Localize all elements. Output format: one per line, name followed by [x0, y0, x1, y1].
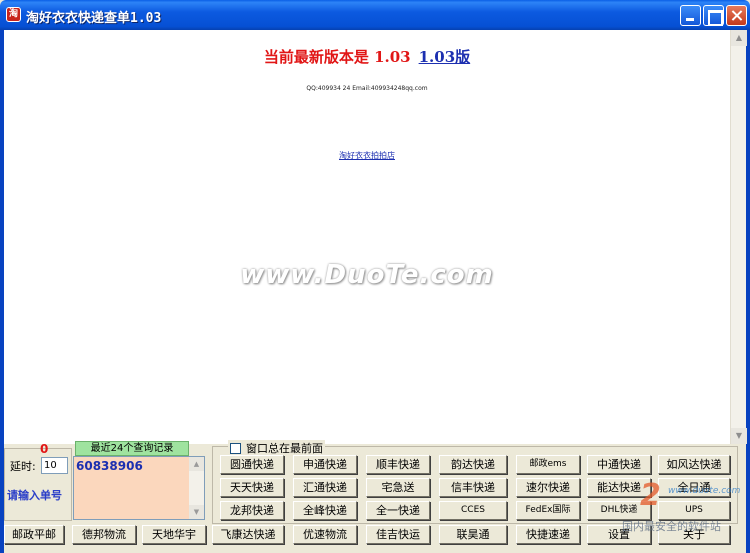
logo-url: www.duote.com [668, 486, 741, 496]
checkbox-icon[interactable] [230, 443, 241, 454]
courier-button[interactable]: 全一快递 [366, 501, 430, 520]
courier-button[interactable]: 申通快递 [293, 455, 357, 474]
courier-button[interactable]: 邮政平邮 [4, 525, 64, 544]
courier-button[interactable]: 快捷速递 [516, 525, 580, 544]
delay-input[interactable]: 10 [41, 457, 68, 474]
courier-button[interactable]: 汇通快递 [293, 478, 357, 497]
version-text: 当前最新版本是 1.03 [263, 48, 411, 66]
logo-digit: 2 [640, 478, 661, 513]
close-button[interactable] [726, 5, 747, 26]
scroll-up-arrow-icon[interactable]: ▲ [731, 30, 747, 46]
courier-button[interactable]: 全峰快递 [293, 501, 357, 520]
courier-button[interactable]: 飞康达快递 [212, 525, 284, 544]
always-on-top-checkbox[interactable]: 窗口总在最前面 [228, 440, 325, 456]
entry-scroll-down-icon[interactable]: ▼ [189, 505, 204, 519]
query-counter: 0 [40, 442, 49, 456]
courier-button[interactable]: 德邦物流 [72, 525, 136, 544]
courier-button[interactable]: 信丰快递 [439, 478, 507, 497]
watermark: www.DuoTe.com [240, 260, 494, 290]
courier-button[interactable]: CCES [439, 501, 507, 520]
courier-button[interactable]: 佳吉快运 [366, 525, 430, 544]
app-icon: 淘 [6, 7, 21, 22]
courier-button[interactable]: 联昊通 [439, 525, 507, 544]
tracking-number-input[interactable]: 60838906 ▲ ▼ [73, 456, 205, 520]
delay-label: 延时: [10, 460, 36, 473]
courier-button[interactable]: 天天快递 [220, 478, 284, 497]
minimize-button[interactable] [680, 5, 701, 26]
title-bar: 淘 淘好衣衣快递查单1.03 [0, 0, 750, 30]
courier-button[interactable]: 天地华宇 [142, 525, 206, 544]
window-title: 淘好衣衣快递查单1.03 [26, 11, 162, 26]
courier-button[interactable]: 圆通快递 [220, 455, 284, 474]
courier-button[interactable]: 邮政ems [516, 455, 580, 474]
always-on-top-label: 窗口总在最前面 [246, 442, 323, 455]
courier-button[interactable]: FedEx国际 [516, 501, 580, 520]
browser-view: 当前最新版本是 1.03 1.03版 QQ:409934 24 Email:409… [4, 30, 730, 444]
tracking-number-prompt: 请输入单号 [7, 489, 62, 502]
site-logo: 2 www.duote.com 国内最安全的软件站 [622, 478, 744, 534]
courier-button[interactable]: 中通快递 [587, 455, 651, 474]
courier-button[interactable]: 龙邦快递 [220, 501, 284, 520]
courier-button[interactable]: 如风达快递 [658, 455, 730, 474]
entry-scrollbar[interactable]: ▲ ▼ [189, 457, 204, 519]
version-link[interactable]: 1.03版 [419, 48, 471, 66]
scroll-down-arrow-icon[interactable]: ▼ [731, 428, 747, 444]
contact-info: QQ:409934 24 Email:409934248qq.com [306, 85, 428, 92]
history-tab[interactable]: 最近24个查询记录 [75, 441, 189, 456]
courier-button[interactable]: 顺丰快递 [366, 455, 430, 474]
courier-button[interactable]: 宅急送 [366, 478, 430, 497]
courier-button[interactable]: 韵达快递 [439, 455, 507, 474]
entry-scroll-up-icon[interactable]: ▲ [189, 457, 204, 471]
tracking-number-value: 60838906 [76, 459, 143, 473]
courier-button[interactable]: 优速物流 [293, 525, 357, 544]
shop-link[interactable]: 淘好衣衣拍拍店 [4, 150, 730, 161]
browser-scrollbar[interactable]: ▲ ▼ [730, 30, 747, 444]
version-headline: 当前最新版本是 1.03 1.03版 [4, 46, 730, 67]
maximize-button[interactable] [703, 5, 724, 26]
courier-button[interactable]: 速尔快递 [516, 478, 580, 497]
window-border-right [746, 30, 750, 553]
logo-slogan: 国内最安全的软件站 [622, 520, 721, 533]
